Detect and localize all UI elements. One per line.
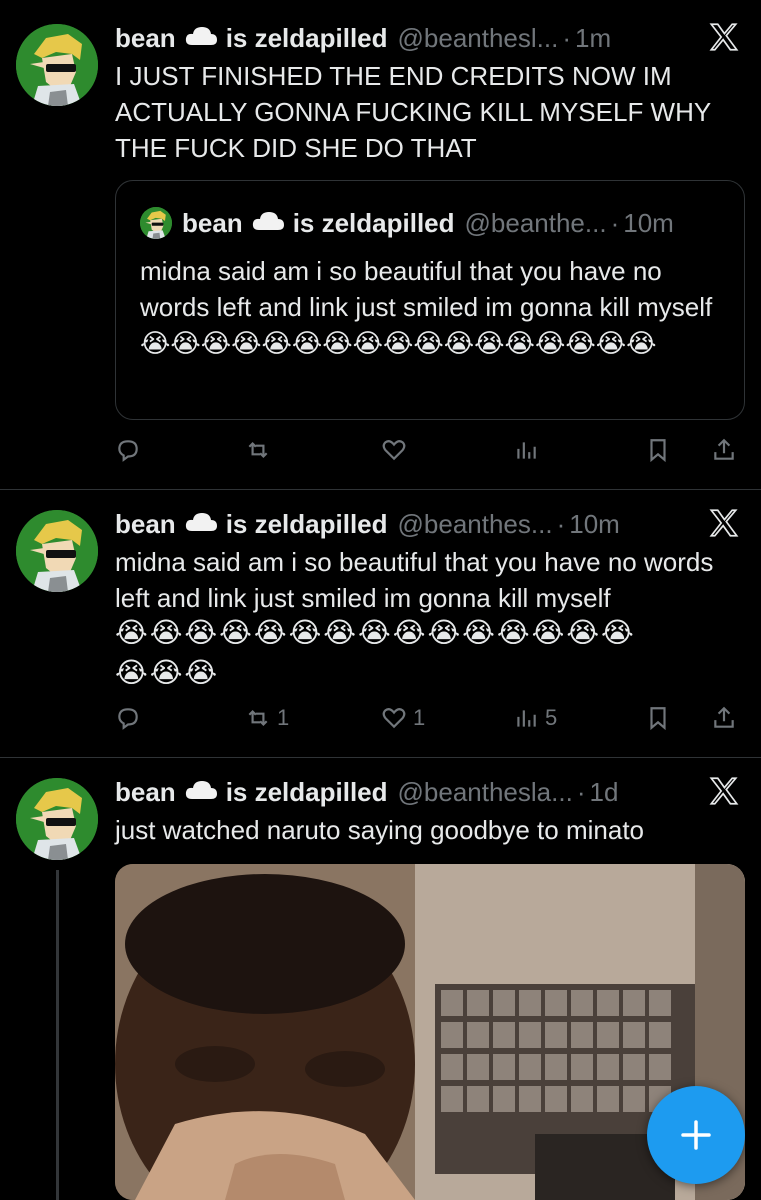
- share-button[interactable]: [711, 430, 737, 470]
- like-button[interactable]: 1: [381, 698, 425, 738]
- retweet-count: 1: [277, 705, 290, 730]
- display-name-suffix: is zeldapilled: [225, 22, 388, 53]
- display-name[interactable]: bean: [115, 509, 176, 540]
- retweet-icon: [248, 441, 268, 459]
- views-count: 5: [545, 705, 558, 730]
- like-count: 1: [413, 705, 426, 730]
- bookmark-icon: [650, 707, 666, 731]
- separator: ·: [556, 508, 566, 539]
- display-name: bean: [182, 207, 243, 238]
- x-logo-icon[interactable]: [707, 20, 741, 54]
- avatar[interactable]: [16, 24, 98, 106]
- share-icon: [714, 706, 734, 728]
- like-icon: [382, 440, 406, 461]
- retweet-button[interactable]: [245, 430, 277, 470]
- separator: ·: [610, 207, 620, 238]
- views-icon: [517, 442, 536, 459]
- tweet-actions: 1 1 5: [115, 698, 745, 738]
- views-button[interactable]: [513, 430, 545, 470]
- avatar[interactable]: [16, 510, 98, 592]
- reply-icon: [118, 708, 138, 730]
- timestamp: 10m: [623, 207, 674, 238]
- cloud-icon: [184, 23, 218, 54]
- tweet-emoji-line-1: 😭😭😭😭😭😭😭😭😭😭😭😭😭😭😭: [115, 617, 636, 648]
- timestamp[interactable]: 10m: [569, 509, 620, 540]
- display-name[interactable]: bean: [115, 23, 176, 54]
- views-button[interactable]: 5: [513, 698, 557, 738]
- display-name-suffix: is zeldapilled: [225, 776, 388, 807]
- display-name-suffix: is zeldapilled: [225, 508, 388, 539]
- tweet-header: bean is zeldapilled @beanthesl... · 1m: [115, 20, 611, 56]
- compose-plus-icon: [681, 1120, 711, 1150]
- tweet-text: midna said am i so beautiful that you ha…: [115, 547, 714, 613]
- display-name[interactable]: bean: [115, 777, 176, 808]
- share-button[interactable]: [711, 698, 737, 738]
- avatar[interactable]: [16, 778, 98, 860]
- cloud-icon: [184, 509, 218, 540]
- retweet-button[interactable]: 1: [245, 698, 289, 738]
- thread-line: [56, 870, 59, 1200]
- tweet-header: bean is zeldapilled @beanthes... · 10m: [115, 506, 620, 542]
- bookmark-button[interactable]: [645, 698, 671, 738]
- tweet-1[interactable]: bean is zeldapilled @beanthesl... · 1m I…: [0, 0, 761, 488]
- tweet-text: just watched naruto saying goodbye to mi…: [115, 815, 645, 845]
- retweet-icon: [248, 709, 268, 727]
- timestamp[interactable]: 1d: [589, 777, 618, 808]
- bookmark-icon: [650, 439, 666, 463]
- handle[interactable]: @beanthes...: [398, 509, 553, 540]
- avatar: [140, 207, 172, 239]
- tweet-text: I JUST FINISHED THE END CREDITS NOW IM A…: [115, 61, 711, 163]
- like-icon: [382, 708, 406, 729]
- views-icon: [517, 710, 536, 727]
- like-button[interactable]: [381, 430, 413, 470]
- handle[interactable]: @beanthesla...: [398, 777, 573, 808]
- tweet-header: bean is zeldapilled @beanthesla... · 1d: [115, 774, 618, 810]
- display-name-suffix: is zeldapilled: [292, 207, 455, 238]
- share-icon: [714, 438, 734, 460]
- tweet-emoji-line-2: 😭😭😭: [115, 657, 220, 688]
- separator: ·: [576, 776, 586, 807]
- timestamp[interactable]: 1m: [575, 23, 611, 54]
- handle: @beanthe...: [464, 207, 607, 238]
- cloud-icon: [251, 208, 285, 239]
- quoted-tweet-header: bean is zeldapilled @beanthe... · 10m: [182, 205, 674, 241]
- bookmark-button[interactable]: [645, 430, 671, 470]
- tweet-2[interactable]: bean is zeldapilled @beanthes... · 10m m…: [0, 490, 761, 756]
- reply-button[interactable]: [115, 430, 147, 470]
- cloud-icon: [184, 777, 218, 808]
- x-logo-icon[interactable]: [707, 774, 741, 808]
- separator: ·: [562, 22, 572, 53]
- quoted-tweet[interactable]: bean is zeldapilled @beanthe... · 10m mi…: [115, 180, 745, 420]
- reply-icon: [118, 440, 138, 462]
- tweet-actions: [115, 430, 745, 470]
- handle[interactable]: @beanthesl...: [398, 23, 559, 54]
- quoted-tweet-text: midna said am i so beautiful that you ha…: [140, 256, 713, 358]
- compose-button[interactable]: [647, 1086, 745, 1184]
- reply-button[interactable]: [115, 698, 147, 738]
- x-logo-icon[interactable]: [707, 506, 741, 540]
